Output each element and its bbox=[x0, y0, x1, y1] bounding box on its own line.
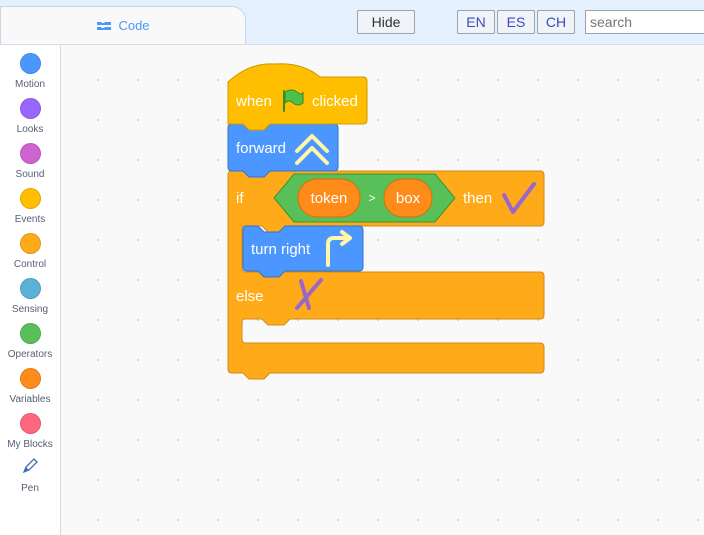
category-motion[interactable]: Motion bbox=[0, 53, 60, 90]
tab-code-label: Code bbox=[118, 18, 150, 33]
clicked-label: clicked bbox=[312, 93, 358, 110]
search-input[interactable] bbox=[585, 10, 704, 34]
category-events-label: Events bbox=[14, 214, 46, 225]
turn-right-label: turn right bbox=[251, 241, 311, 258]
looks-color-dot bbox=[19, 98, 41, 119]
turn-right-block[interactable]: turn right bbox=[242, 225, 364, 278]
box-reporter-label: box bbox=[396, 190, 421, 207]
category-variables-label: Variables bbox=[9, 394, 51, 405]
category-sound[interactable]: Sound bbox=[0, 143, 60, 180]
control-color-dot bbox=[19, 233, 41, 254]
language-ch-button[interactable]: CH bbox=[537, 10, 575, 34]
forward-block[interactable]: forward bbox=[227, 123, 339, 178]
top-bar: Code Hide EN ES CH bbox=[0, 0, 704, 45]
category-sensing-label: Sensing bbox=[11, 304, 49, 315]
if-else-block[interactable]: if then else token > box turn right bbox=[227, 170, 545, 380]
operator-symbol: > bbox=[368, 191, 375, 205]
events-color-dot bbox=[19, 188, 41, 209]
category-my-blocks[interactable]: My Blocks bbox=[0, 413, 60, 450]
category-events[interactable]: Events bbox=[0, 188, 60, 225]
hide-button[interactable]: Hide bbox=[357, 10, 415, 34]
if-keyword: if bbox=[236, 190, 244, 207]
category-sidebar: Motion Looks Sound Events Control Sensin… bbox=[0, 45, 61, 535]
when-flag-clicked-hat[interactable]: when clicked bbox=[227, 63, 368, 131]
category-operators[interactable]: Operators bbox=[0, 323, 60, 360]
else-keyword: else bbox=[236, 288, 264, 305]
operators-color-dot bbox=[19, 323, 41, 344]
language-en-button[interactable]: EN bbox=[457, 10, 495, 34]
code-icon bbox=[96, 20, 112, 32]
sound-color-dot bbox=[19, 143, 41, 164]
token-reporter-label: token bbox=[311, 190, 348, 207]
forward-label: forward bbox=[236, 140, 286, 157]
pen-icon bbox=[20, 458, 40, 480]
category-sensing[interactable]: Sensing bbox=[0, 278, 60, 315]
when-label: when bbox=[235, 93, 272, 110]
motion-color-dot bbox=[19, 53, 41, 74]
category-looks-label: Looks bbox=[16, 124, 44, 135]
category-looks[interactable]: Looks bbox=[0, 98, 60, 135]
category-sound-label: Sound bbox=[15, 169, 45, 180]
category-control-label: Control bbox=[13, 259, 47, 270]
tab-code[interactable]: Code bbox=[0, 6, 246, 44]
category-pen-label: Pen bbox=[21, 483, 39, 494]
variables-color-dot bbox=[19, 368, 41, 389]
code-workspace[interactable]: if then else token > box turn right forw… bbox=[61, 45, 704, 535]
sensing-color-dot bbox=[19, 278, 41, 299]
greater-than-condition[interactable]: token > box bbox=[273, 173, 456, 223]
category-pen[interactable]: Pen bbox=[0, 456, 60, 494]
category-variables[interactable]: Variables bbox=[0, 368, 60, 405]
category-motion-label: Motion bbox=[14, 79, 45, 90]
category-my-blocks-label: My Blocks bbox=[7, 439, 53, 450]
language-es-button[interactable]: ES bbox=[497, 10, 535, 34]
category-operators-label: Operators bbox=[7, 349, 53, 360]
my-blocks-color-dot bbox=[19, 413, 41, 434]
then-keyword: then bbox=[463, 190, 492, 207]
category-control[interactable]: Control bbox=[0, 233, 60, 270]
